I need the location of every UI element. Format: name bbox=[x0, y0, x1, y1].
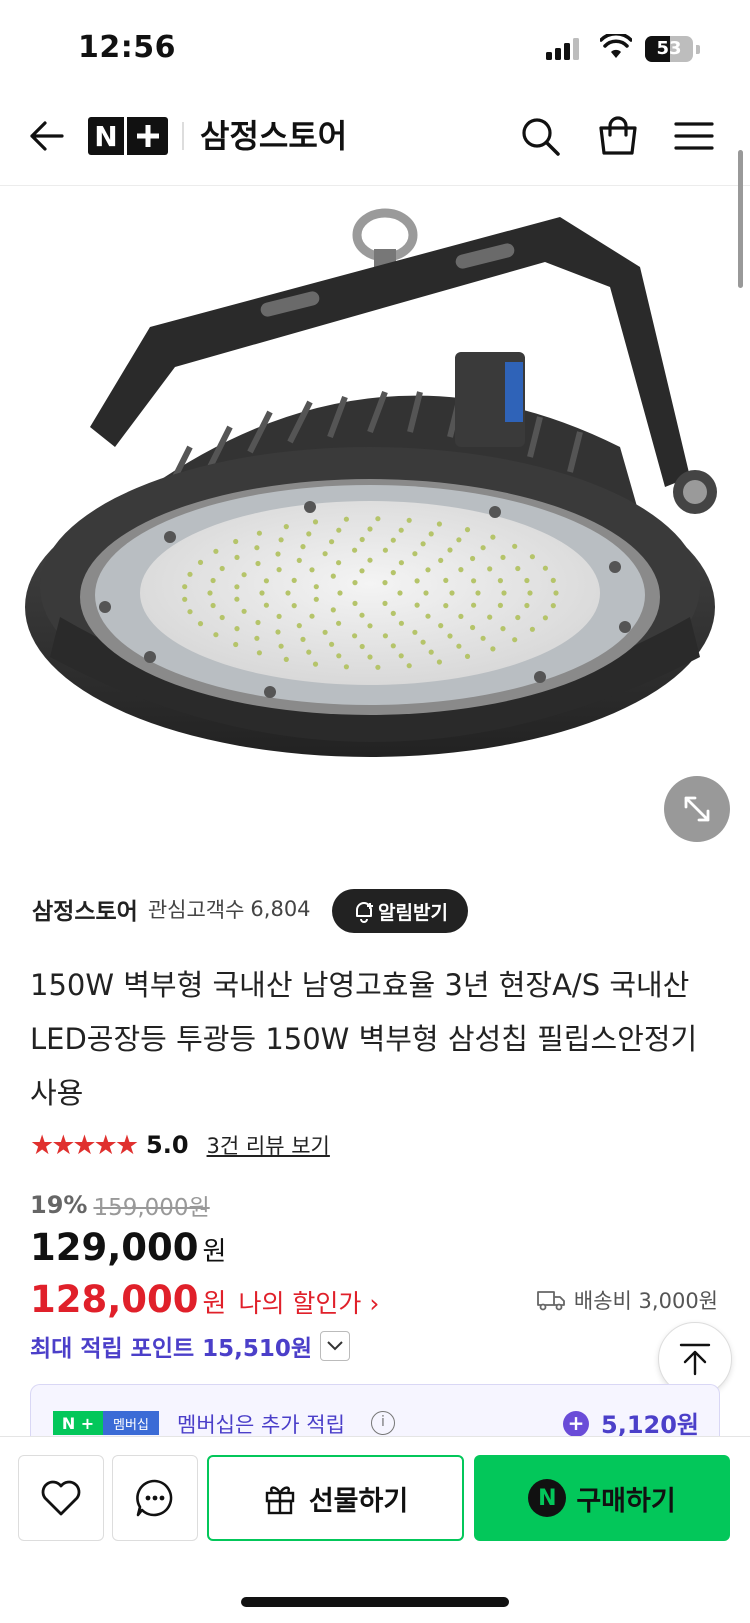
plus-circle-icon: + bbox=[563, 1411, 589, 1437]
info-icon[interactable]: i bbox=[371, 1411, 395, 1435]
membership-text: 멤버십은 추가 적립 bbox=[177, 1413, 345, 1437]
points-row[interactable]: 최대 적립 포인트 15,510원 bbox=[30, 1328, 351, 1364]
shipping-info: 배송비 3,000원 bbox=[536, 1282, 718, 1318]
expand-image-button[interactable] bbox=[664, 776, 730, 842]
gift-icon bbox=[265, 1486, 295, 1515]
talk-button[interactable] bbox=[112, 1455, 198, 1541]
search-icon bbox=[522, 118, 560, 156]
review-link[interactable]: 3건 리뷰 보기 bbox=[207, 1130, 330, 1160]
search-button[interactable] bbox=[516, 112, 564, 160]
status-time: 12:56 bbox=[78, 30, 176, 65]
rating-value: 5.0 bbox=[146, 1131, 189, 1159]
fans-label: 관심고객수 bbox=[147, 898, 245, 922]
battery-level: 53 bbox=[656, 38, 682, 59]
delivery-truck-icon bbox=[537, 1291, 565, 1311]
cart-button[interactable] bbox=[594, 110, 642, 160]
sale-price: 129,000 bbox=[30, 1226, 199, 1269]
battery-tip bbox=[696, 45, 700, 54]
rating-row: ★★★★★ 5.0 3건 리뷰 보기 bbox=[30, 1128, 330, 1162]
chevron-down-icon[interactable] bbox=[320, 1331, 351, 1361]
buy-button[interactable]: N 구매하기 bbox=[474, 1455, 730, 1541]
discount-percent: 19% bbox=[30, 1191, 88, 1219]
logo-n: N bbox=[94, 119, 118, 153]
membership-points-box[interactable]: N + 멤버십 멤버십은 추가 적립 i + 5,120원 bbox=[30, 1384, 720, 1444]
heart-icon bbox=[41, 1480, 81, 1516]
wishlist-button[interactable] bbox=[18, 1455, 104, 1541]
header-divider bbox=[182, 122, 184, 150]
product-image[interactable] bbox=[0, 187, 750, 847]
badge-n: N + bbox=[53, 1411, 103, 1435]
price-row: 129,000 원 bbox=[30, 1226, 226, 1276]
back-button[interactable] bbox=[24, 114, 68, 158]
membership-points: 5,120원 bbox=[601, 1411, 699, 1439]
fans-count: 6,804 bbox=[250, 897, 311, 921]
wifi-icon bbox=[600, 34, 632, 58]
home-indicator bbox=[241, 1597, 509, 1607]
naver-plus-logo[interactable]: N bbox=[88, 117, 168, 155]
gift-button[interactable]: 선물하기 bbox=[207, 1455, 464, 1541]
my-discount-price: 128,000 bbox=[30, 1278, 199, 1321]
gift-button-label: 선물하기 bbox=[308, 1485, 409, 1517]
discount-row: 19% 159,000원 bbox=[30, 1188, 210, 1222]
max-points: 최대 적립 포인트 15,510원 bbox=[30, 1336, 313, 1362]
cellular-signal-icon bbox=[546, 38, 582, 60]
expand-icon bbox=[684, 796, 710, 822]
arrow-left-icon bbox=[30, 121, 64, 151]
sale-price-unit: 원 bbox=[202, 1237, 227, 1267]
top-nav: N 삼정스토어 bbox=[0, 96, 750, 186]
menu-button[interactable] bbox=[672, 114, 716, 158]
my-discount-label: 나의 할인가 › bbox=[238, 1289, 380, 1318]
original-price: 159,000원 bbox=[93, 1195, 210, 1221]
seller-name[interactable]: 삼정스토어 bbox=[32, 892, 138, 926]
plus-icon bbox=[124, 117, 168, 155]
buy-button-label: 구매하기 bbox=[576, 1485, 676, 1517]
badge-label: 멤버십 bbox=[103, 1411, 159, 1435]
my-discount-row[interactable]: 128,000 원 나의 할인가 › bbox=[30, 1278, 379, 1328]
bell-plus-icon bbox=[356, 902, 374, 923]
arrow-up-icon bbox=[679, 1343, 711, 1376]
store-name[interactable]: 삼정스토어 bbox=[200, 116, 347, 156]
rating-stars: ★★★★★ bbox=[30, 1129, 139, 1161]
status-bar: 12:56 53 bbox=[0, 0, 750, 96]
led-high-bay-light-image bbox=[25, 208, 717, 757]
chat-bubble-icon bbox=[136, 1479, 173, 1517]
my-discount-unit: 원 bbox=[202, 1289, 227, 1319]
alert-button-label: 알림받기 bbox=[378, 901, 448, 924]
product-title: 150W 벽부형 국내산 남영고효율 3년 현장A/S 국내산 LED공장등 투… bbox=[30, 968, 698, 1110]
shopping-bag-icon bbox=[599, 116, 637, 155]
hamburger-menu-icon bbox=[674, 122, 714, 150]
subscribe-alert-button[interactable]: 알림받기 bbox=[332, 889, 468, 933]
naver-pay-n-icon: N bbox=[528, 1479, 567, 1517]
seller-info: 삼정스토어 관심고객수 6,804 bbox=[32, 887, 311, 931]
naver-plus-membership-badge: N + 멤버십 bbox=[53, 1411, 159, 1435]
battery-icon: 53 bbox=[645, 36, 693, 62]
shipping-fee: 배송비 3,000원 bbox=[573, 1289, 718, 1313]
bottom-action-bar: 선물하기 N 구매하기 bbox=[0, 1436, 750, 1623]
